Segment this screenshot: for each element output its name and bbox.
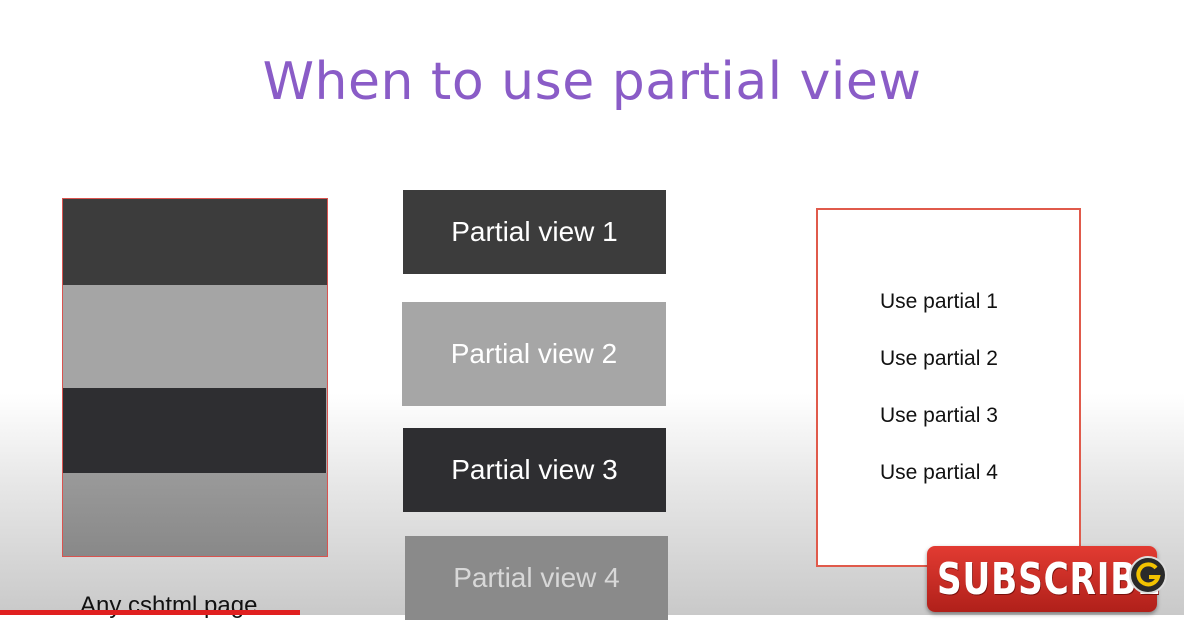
page-caption: Any cshtml page <box>80 592 258 619</box>
partial-view-3: Partial view 3 <box>403 428 666 512</box>
partial-view-1: Partial view 1 <box>403 190 666 274</box>
use-partial-3: Use partial 3 <box>880 404 998 427</box>
cshtml-page-illustration <box>62 198 328 557</box>
page-band-2 <box>63 285 327 388</box>
use-partial-1: Use partial 1 <box>880 290 998 313</box>
channel-logo-icon <box>1129 556 1167 594</box>
page-band-1 <box>63 199 327 285</box>
subscribe-button[interactable]: SUBSCRIBE <box>927 546 1161 612</box>
partial-view-2: Partial view 2 <box>402 302 666 406</box>
video-progress-bar[interactable] <box>0 610 300 615</box>
use-partials-box: Use partial 1 Use partial 2 Use partial … <box>816 208 1081 567</box>
use-partial-4: Use partial 4 <box>880 461 998 484</box>
use-partial-2: Use partial 2 <box>880 347 998 370</box>
page-band-4 <box>63 473 327 556</box>
slide-title: When to use partial view <box>262 52 922 112</box>
page-band-3 <box>63 388 326 473</box>
partial-view-4: Partial view 4 <box>405 536 668 620</box>
